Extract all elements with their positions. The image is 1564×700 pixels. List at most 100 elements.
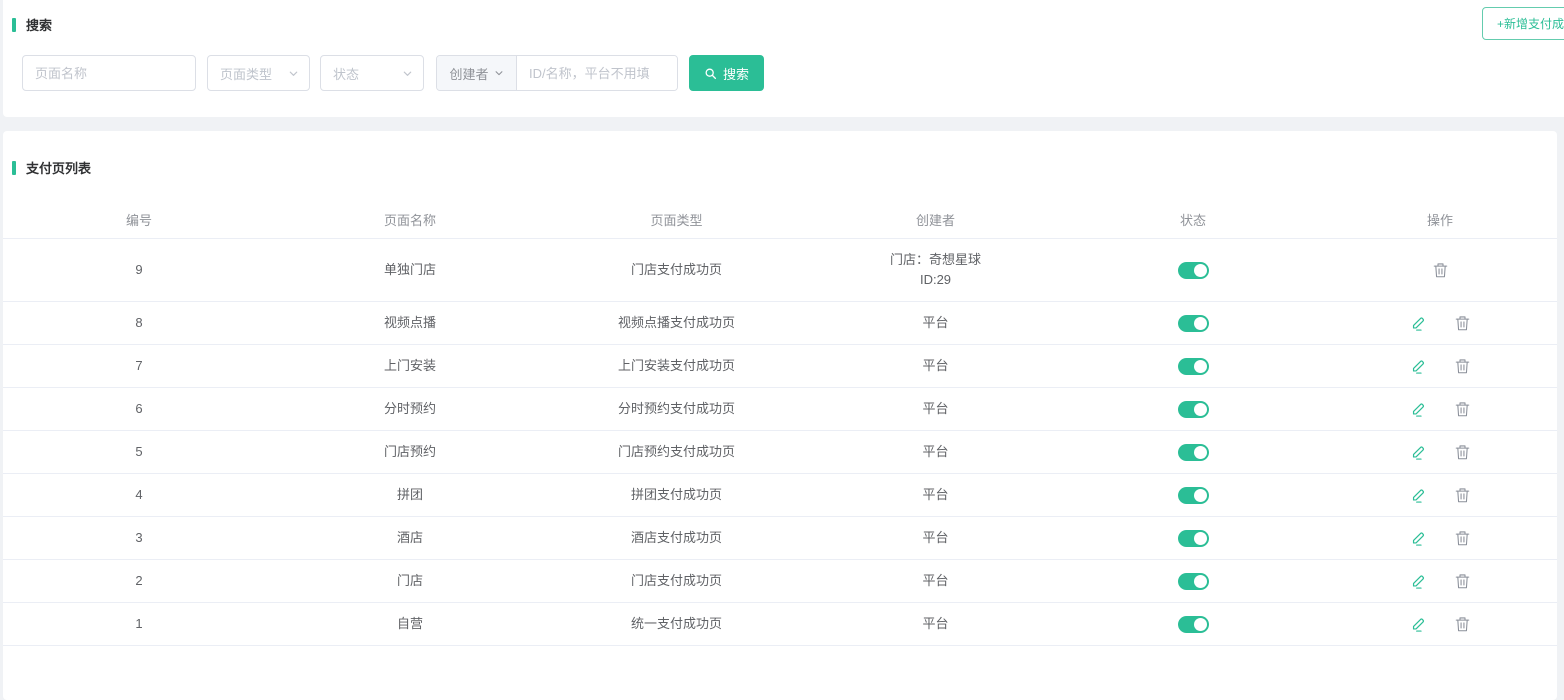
chevron-down-icon: [402, 68, 413, 79]
cell-status: [1063, 301, 1323, 344]
list-section-header: 支付页列表: [3, 131, 1557, 177]
column-header-creator: 创建者: [808, 202, 1063, 238]
creator-name: 平台: [808, 614, 1063, 634]
search-button[interactable]: 搜索: [689, 55, 764, 91]
search-icon: [704, 67, 717, 80]
cell-actions: [1323, 387, 1557, 430]
page-name-input[interactable]: [22, 55, 196, 91]
add-payment-page-button-label: +新增支付成功页: [1497, 15, 1564, 32]
delete-icon[interactable]: [1455, 487, 1470, 504]
cell-status: [1063, 238, 1323, 301]
cell-type: 拼团支付成功页: [545, 473, 808, 516]
search-form: 页面类型 状态 创建者 搜索: [22, 55, 764, 91]
creator-keyword-group: 创建者: [436, 55, 678, 91]
delete-icon[interactable]: [1455, 530, 1470, 547]
status-toggle[interactable]: [1178, 616, 1209, 633]
cell-status: [1063, 473, 1323, 516]
creator-name: 平台: [808, 356, 1063, 376]
status-toggle[interactable]: [1178, 530, 1209, 547]
column-header-status: 状态: [1063, 202, 1323, 238]
cell-id: 8: [3, 301, 275, 344]
column-header-id: 编号: [3, 202, 275, 238]
cell-id: 9: [3, 238, 275, 301]
status-toggle[interactable]: [1178, 573, 1209, 590]
creator-name: 平台: [808, 442, 1063, 462]
cell-type: 视频点播支付成功页: [545, 301, 808, 344]
table-row: 1 自营 统一支付成功页 平台: [3, 602, 1557, 645]
cell-creator: 平台: [808, 516, 1063, 559]
status-toggle[interactable]: [1178, 315, 1209, 332]
cell-id: 4: [3, 473, 275, 516]
edit-icon[interactable]: [1410, 400, 1427, 418]
cell-creator: 平台: [808, 602, 1063, 645]
cell-id: 7: [3, 344, 275, 387]
creator-select[interactable]: 创建者: [437, 56, 517, 90]
add-payment-page-button[interactable]: +新增支付成功页: [1482, 7, 1564, 40]
cell-actions: [1323, 473, 1557, 516]
cell-id: 5: [3, 430, 275, 473]
payment-page-table: 编号 页面名称 页面类型 创建者 状态 操作 9 单独门店 门店支付成功页 门店…: [3, 202, 1557, 646]
creator-select-label: 创建者: [449, 64, 488, 83]
cell-creator: 平台: [808, 387, 1063, 430]
cell-type: 上门安装支付成功页: [545, 344, 808, 387]
delete-icon[interactable]: [1455, 401, 1470, 418]
cell-id: 1: [3, 602, 275, 645]
search-button-label: 搜索: [723, 64, 749, 83]
edit-icon[interactable]: [1410, 443, 1427, 461]
cell-creator: 平台: [808, 473, 1063, 516]
cell-creator: 平台: [808, 301, 1063, 344]
cell-name: 门店: [275, 559, 545, 602]
status-toggle[interactable]: [1178, 401, 1209, 418]
creator-id: ID:29: [808, 270, 1063, 290]
cell-creator: 平台: [808, 344, 1063, 387]
edit-icon[interactable]: [1410, 314, 1427, 332]
creator-name: 平台: [808, 485, 1063, 505]
cell-status: [1063, 516, 1323, 559]
edit-icon[interactable]: [1410, 357, 1427, 375]
cell-actions: [1323, 516, 1557, 559]
edit-icon[interactable]: [1410, 615, 1427, 633]
cell-id: 6: [3, 387, 275, 430]
status-toggle[interactable]: [1178, 444, 1209, 461]
page-type-select[interactable]: 页面类型: [207, 55, 310, 91]
delete-icon[interactable]: [1455, 315, 1470, 332]
table-row: 3 酒店 酒店支付成功页 平台: [3, 516, 1557, 559]
status-toggle[interactable]: [1178, 358, 1209, 375]
creator-name: 平台: [808, 571, 1063, 591]
cell-status: [1063, 602, 1323, 645]
keyword-input[interactable]: [517, 56, 677, 90]
column-header-actions: 操作: [1323, 202, 1557, 238]
column-header-name: 页面名称: [275, 202, 545, 238]
column-header-type: 页面类型: [545, 202, 808, 238]
cell-type: 分时预约支付成功页: [545, 387, 808, 430]
status-toggle[interactable]: [1178, 262, 1209, 279]
edit-icon[interactable]: [1410, 572, 1427, 590]
section-accent-bar: [12, 161, 16, 175]
cell-type: 门店预约支付成功页: [545, 430, 808, 473]
status-select[interactable]: 状态: [320, 55, 424, 91]
cell-type: 酒店支付成功页: [545, 516, 808, 559]
delete-icon[interactable]: [1455, 573, 1470, 590]
cell-id: 2: [3, 559, 275, 602]
page-type-select-label: 页面类型: [220, 64, 272, 83]
cell-actions: [1323, 602, 1557, 645]
cell-name: 分时预约: [275, 387, 545, 430]
edit-icon[interactable]: [1410, 486, 1427, 504]
cell-type: 门店支付成功页: [545, 559, 808, 602]
delete-icon[interactable]: [1455, 616, 1470, 633]
delete-icon[interactable]: [1455, 358, 1470, 375]
table-row: 6 分时预约 分时预约支付成功页 平台: [3, 387, 1557, 430]
search-section-title: 搜索: [26, 15, 52, 34]
chevron-down-icon: [494, 68, 504, 78]
cell-name: 单独门店: [275, 238, 545, 301]
cell-status: [1063, 387, 1323, 430]
search-section-header: 搜索: [3, 0, 1564, 34]
cell-actions: [1323, 430, 1557, 473]
status-toggle[interactable]: [1178, 487, 1209, 504]
edit-icon[interactable]: [1410, 529, 1427, 547]
cell-status: [1063, 344, 1323, 387]
list-section-title: 支付页列表: [26, 158, 91, 177]
delete-icon[interactable]: [1433, 262, 1448, 279]
delete-icon[interactable]: [1455, 444, 1470, 461]
table-row: 2 门店 门店支付成功页 平台: [3, 559, 1557, 602]
